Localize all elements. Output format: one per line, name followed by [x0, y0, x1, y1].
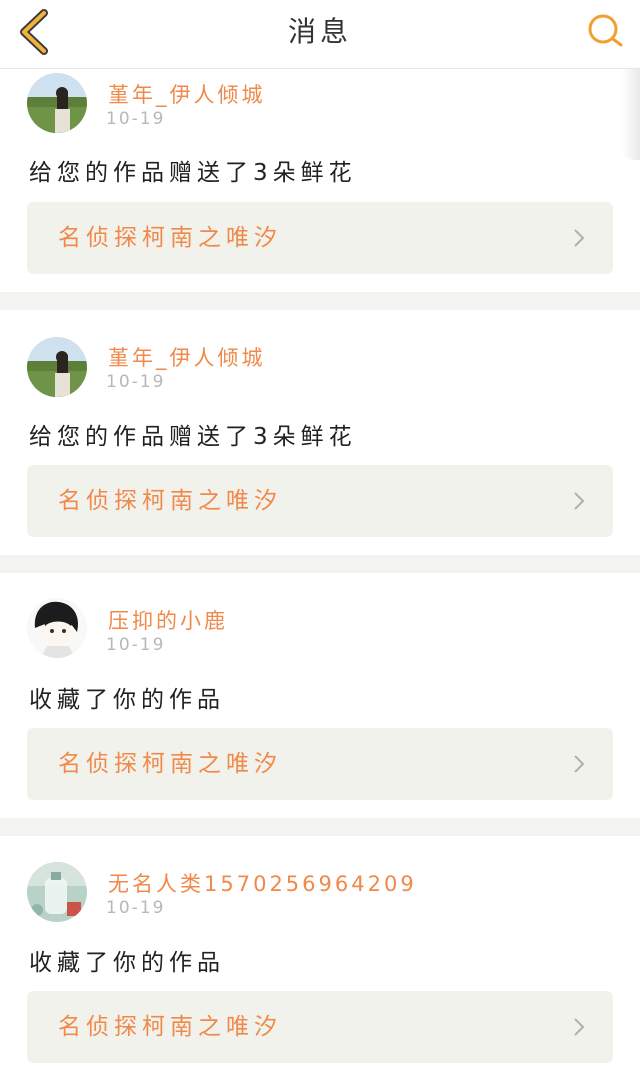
message-date: 10-19	[106, 372, 166, 392]
user-avatar[interactable]	[27, 73, 87, 133]
girl-in-field-avatar-icon	[27, 73, 87, 133]
chevron-right-icon	[574, 755, 585, 773]
work-link[interactable]: 名侦探柯南之唯汐	[27, 202, 613, 274]
top-nav-bar: 消息	[0, 0, 640, 69]
message-card: 无名人类1570256964209 10-19 收藏了你的作品 名侦探柯南之唯汐	[0, 836, 640, 1085]
message-text: 收藏了你的作品	[29, 950, 225, 976]
username[interactable]: 无名人类1570256964209	[108, 868, 417, 898]
username[interactable]: 压抑的小鹿	[108, 605, 228, 635]
page-title: 消息	[287, 15, 352, 48]
user-avatar[interactable]	[27, 862, 87, 922]
work-title: 名侦探柯南之唯汐	[58, 751, 282, 777]
chevron-right-icon	[574, 1018, 585, 1036]
chevron-right-icon	[574, 492, 585, 510]
search-button[interactable]	[584, 10, 628, 54]
bottle-photo-avatar-icon	[27, 862, 87, 922]
message-date: 10-19	[106, 898, 166, 918]
chevron-right-icon	[574, 229, 585, 247]
girl-in-field-avatar-icon	[27, 337, 87, 397]
message-date: 10-19	[106, 109, 166, 129]
work-link[interactable]: 名侦探柯南之唯汐	[27, 991, 613, 1063]
search-icon	[588, 14, 623, 47]
messages-page: 消息 堇年_伊人倾城 10-19 给您的作品赠送了3朵鲜花 名侦探柯南之唯汐 堇…	[0, 0, 640, 1085]
username[interactable]: 堇年_伊人倾城	[108, 342, 266, 372]
anime-girl-sketch-avatar-icon	[27, 598, 87, 658]
message-card: 堇年_伊人倾城 10-19 给您的作品赠送了3朵鲜花 名侦探柯南之唯汐	[0, 310, 640, 555]
message-card: 压抑的小鹿 10-19 收藏了你的作品 名侦探柯南之唯汐	[0, 573, 640, 818]
message-date: 10-19	[106, 635, 166, 655]
work-title: 名侦探柯南之唯汐	[58, 488, 282, 514]
username[interactable]: 堇年_伊人倾城	[108, 79, 266, 109]
user-avatar[interactable]	[27, 337, 87, 397]
work-title: 名侦探柯南之唯汐	[58, 225, 282, 251]
work-link[interactable]: 名侦探柯南之唯汐	[27, 728, 613, 800]
message-text: 给您的作品赠送了3朵鲜花	[29, 424, 357, 450]
message-text: 给您的作品赠送了3朵鲜花	[29, 160, 357, 186]
work-link[interactable]: 名侦探柯南之唯汐	[27, 465, 613, 537]
user-avatar[interactable]	[27, 598, 87, 658]
work-title: 名侦探柯南之唯汐	[58, 1014, 282, 1040]
message-text: 收藏了你的作品	[29, 687, 225, 713]
